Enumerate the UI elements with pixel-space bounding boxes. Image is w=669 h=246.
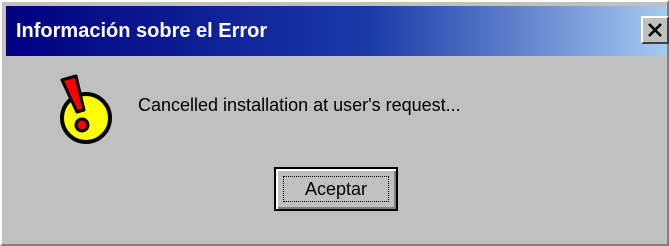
dialog-title: Información sobre el Error — [16, 20, 268, 42]
aceptar-button-label: Aceptar — [304, 179, 368, 199]
close-button[interactable] — [641, 16, 669, 44]
warning-icon — [50, 74, 114, 153]
error-message: Cancelled installation at user's request… — [138, 95, 461, 115]
error-dialog: Información sobre el Error Cancelled ins… — [0, 0, 669, 246]
aceptar-button[interactable]: Aceptar — [274, 167, 398, 211]
title-bar[interactable]: Información sobre el Error — [6, 6, 669, 56]
close-icon — [648, 23, 662, 37]
